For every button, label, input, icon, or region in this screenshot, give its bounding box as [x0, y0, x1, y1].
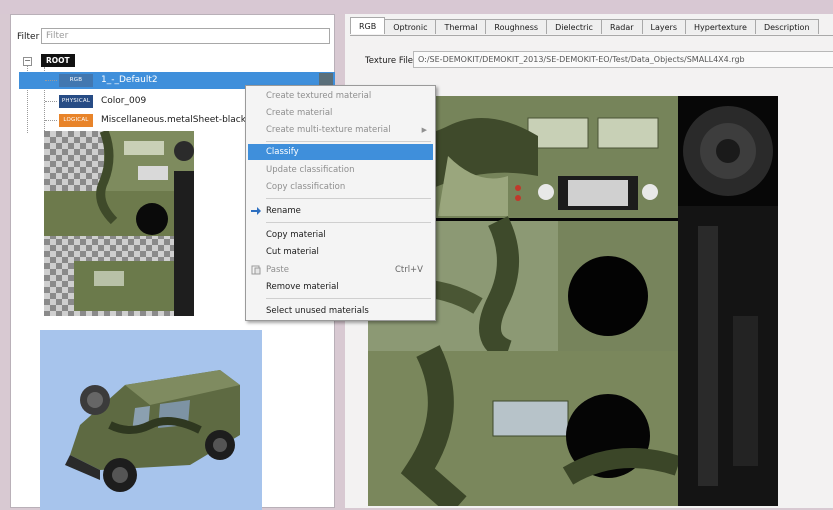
editor-tabs: RGB Optronic Thermal Roughness Dielectri… — [350, 17, 819, 35]
menu-item-classify[interactable]: Classify — [248, 144, 433, 160]
menu-item-select-unused-materials[interactable]: Select unused materials — [248, 303, 433, 319]
tab-thermal[interactable]: Thermal — [435, 19, 487, 34]
tab-layers[interactable]: Layers — [641, 19, 687, 34]
filter-input[interactable] — [41, 28, 330, 44]
tree-line — [45, 101, 57, 102]
menu-item-create-textured-material[interactable]: Create textured material — [248, 88, 433, 104]
menu-separator — [266, 198, 431, 199]
menu-item-rename[interactable]: Rename — [248, 203, 433, 219]
texture-file-label: Texture File — [365, 56, 414, 66]
window-top-strip — [0, 0, 833, 14]
menu-item-paste[interactable]: Paste Ctrl+V — [248, 262, 433, 278]
collapse-icon[interactable]: − — [23, 57, 32, 66]
tab-description[interactable]: Description — [754, 19, 819, 34]
menu-separator — [266, 141, 431, 142]
tab-hypertexture[interactable]: Hypertexture — [685, 19, 756, 34]
menu-item-copy-classification[interactable]: Copy classification — [248, 179, 433, 195]
context-menu: Create textured material Create material… — [245, 85, 436, 321]
logical-badge: LOGICAL — [59, 114, 93, 127]
tree-line — [45, 120, 57, 121]
tree-item-label: 1_-_Default2 — [101, 75, 158, 85]
model-preview-image — [40, 330, 262, 510]
tree-item-label: Miscellaneous.metalSheet-black — [101, 115, 246, 125]
tree-root[interactable]: ROOT — [41, 54, 75, 67]
tab-dielectric[interactable]: Dielectric — [546, 19, 602, 34]
paste-shortcut: Ctrl+V — [394, 265, 423, 275]
rename-icon — [251, 207, 261, 215]
physical-badge: PHYSICAL — [59, 95, 93, 108]
menu-separator — [266, 222, 431, 223]
menu-item-cut-material[interactable]: Cut material — [248, 244, 433, 260]
menu-item-remove-material[interactable]: Remove material — [248, 279, 433, 295]
texture-file-path-field[interactable] — [413, 51, 833, 68]
menu-item-create-material[interactable]: Create material — [248, 105, 433, 121]
menu-separator — [266, 298, 431, 299]
tree-line — [45, 80, 57, 81]
submenu-arrow-icon: ▶ — [421, 126, 427, 134]
tab-radar[interactable]: Radar — [600, 19, 643, 34]
tab-rgb[interactable]: RGB — [350, 17, 386, 34]
tab-roughness[interactable]: Roughness — [485, 19, 548, 34]
rgb-badge: RGB — [59, 74, 93, 87]
filter-label: Filter — [17, 32, 40, 42]
tab-divider — [350, 35, 833, 36]
paste-icon — [251, 265, 261, 275]
menu-item-copy-material[interactable]: Copy material — [248, 227, 433, 243]
menu-item-update-classification[interactable]: Update classification — [248, 162, 433, 178]
menu-item-create-multi-texture-material[interactable]: Create multi-texture material ▶ — [248, 122, 433, 138]
tree-item-label: Color_009 — [101, 96, 147, 106]
texture-thumbnail — [44, 131, 194, 316]
tab-optronic[interactable]: Optronic — [384, 19, 437, 34]
